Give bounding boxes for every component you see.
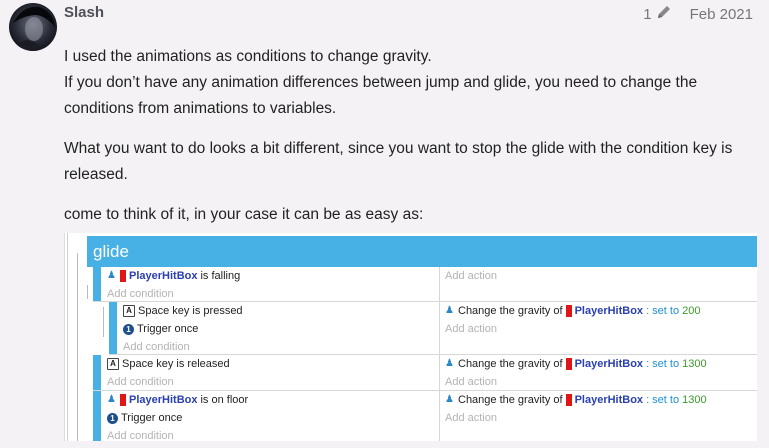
tree-line bbox=[77, 253, 78, 441]
action[interactable]: ♟ Change the gravity of PlayerHitBox: se… bbox=[445, 391, 707, 409]
actions-column: ♟ Change the gravity of PlayerHitBox: se… bbox=[445, 391, 707, 441]
condition-text: Trigger once bbox=[121, 412, 183, 424]
username[interactable]: Slash bbox=[64, 4, 104, 21]
conditions-column: A Space key is pressed 1 Trigger once Ad… bbox=[123, 302, 440, 354]
object-name: PlayerHitBox bbox=[574, 305, 644, 317]
event-row: A Space key is released Add condition ♟ … bbox=[93, 355, 757, 391]
avatar[interactable] bbox=[9, 3, 57, 51]
actions-column: Add action bbox=[445, 267, 497, 301]
post-meta: 1 Feb 2021 bbox=[643, 4, 753, 24]
person-icon: ♟ bbox=[445, 394, 454, 405]
object-name: PlayerHitBox bbox=[574, 358, 644, 370]
actions-column: ♟ Change the gravity of PlayerHitBox: se… bbox=[445, 355, 707, 390]
add-condition[interactable]: Add condition bbox=[123, 338, 439, 356]
object-icon bbox=[565, 305, 572, 317]
event-sheet-image: glide ♟ PlayerHitBox is falling Add cond… bbox=[64, 233, 757, 441]
object-name: PlayerHitBox bbox=[129, 270, 198, 282]
condition-text: Space key is pressed bbox=[138, 305, 243, 317]
condition-text: Space key is released bbox=[122, 358, 230, 370]
object-icon bbox=[120, 394, 126, 406]
set-to-label: : set to bbox=[646, 394, 680, 406]
condition[interactable]: ♟ PlayerHitBox is on floor bbox=[107, 391, 439, 409]
keyboard-icon: A bbox=[123, 305, 135, 317]
object-icon bbox=[565, 394, 572, 406]
condition[interactable]: A Space key is pressed bbox=[123, 302, 439, 320]
condition[interactable]: 1 Trigger once bbox=[107, 409, 439, 427]
action-text: Change the gravity of bbox=[458, 358, 563, 370]
object-icon bbox=[120, 270, 126, 282]
condition[interactable]: 1 Trigger once bbox=[123, 320, 439, 338]
condition[interactable]: A Space key is released bbox=[107, 355, 439, 373]
person-icon: ♟ bbox=[445, 358, 454, 369]
set-to-label: : set to bbox=[646, 358, 680, 370]
person-icon: ♟ bbox=[445, 305, 454, 316]
add-action[interactable]: Add action bbox=[445, 267, 497, 285]
actions-column: ♟ Change the gravity of PlayerHitBox: se… bbox=[445, 302, 700, 354]
action[interactable]: ♟ Change the gravity of PlayerHitBox: se… bbox=[445, 355, 707, 373]
tree-line bbox=[87, 285, 88, 299]
conditions-column: ♟ PlayerHitBox is on floor 1 Trigger onc… bbox=[107, 391, 440, 441]
condition-text: is falling bbox=[200, 270, 241, 282]
conditions-column: ♟ PlayerHitBox is falling Add condition bbox=[107, 267, 440, 301]
keyboard-icon: A bbox=[107, 358, 119, 370]
tree-line bbox=[103, 307, 104, 337]
person-icon: ♟ bbox=[107, 270, 116, 281]
edit-count[interactable]: 1 bbox=[643, 6, 651, 23]
event-row: A Space key is pressed 1 Trigger once Ad… bbox=[109, 302, 757, 355]
action-text: Change the gravity of bbox=[458, 394, 563, 406]
value: 200 bbox=[682, 305, 701, 317]
condition-text: Trigger once bbox=[137, 323, 199, 335]
conditions-column: A Space key is released Add condition bbox=[107, 355, 440, 390]
paragraph-line: If you don’t have any animation differen… bbox=[64, 74, 698, 117]
group-header: glide bbox=[87, 236, 757, 267]
gutter-line bbox=[67, 233, 68, 441]
event-bar bbox=[109, 302, 117, 354]
condition-text: is on floor bbox=[200, 394, 249, 406]
action[interactable]: ♟ Change the gravity of PlayerHitBox: se… bbox=[445, 302, 700, 320]
post-date[interactable]: Feb 2021 bbox=[690, 6, 753, 23]
add-condition[interactable]: Add condition bbox=[107, 285, 439, 303]
event-row: ♟ PlayerHitBox is on floor 1 Trigger onc… bbox=[93, 391, 757, 441]
action-text: Change the gravity of bbox=[458, 305, 563, 317]
person-icon: ♟ bbox=[107, 394, 116, 405]
add-condition[interactable]: Add condition bbox=[107, 427, 439, 441]
trigger-once-icon: 1 bbox=[107, 412, 118, 424]
event-bar bbox=[93, 391, 101, 441]
add-action[interactable]: Add action bbox=[445, 373, 707, 391]
paragraph: come to think of it, in your case it can… bbox=[64, 206, 424, 223]
post-body: I used the animations as conditions to c… bbox=[64, 44, 756, 242]
add-action[interactable]: Add action bbox=[445, 409, 707, 427]
paragraph-line: I used the animations as conditions to c… bbox=[64, 48, 432, 65]
event-bar bbox=[93, 267, 101, 301]
event-bar bbox=[93, 355, 101, 390]
event-row: ♟ PlayerHitBox is falling Add condition … bbox=[93, 267, 757, 302]
object-name: PlayerHitBox bbox=[574, 394, 644, 406]
add-condition[interactable]: Add condition bbox=[107, 373, 439, 391]
value: 1300 bbox=[682, 394, 707, 406]
paragraph: What you want to do looks a bit differen… bbox=[64, 140, 733, 183]
condition[interactable]: ♟ PlayerHitBox is falling bbox=[107, 267, 439, 285]
set-to-label: : set to bbox=[646, 305, 680, 317]
paragraph: I used the animations as conditions to c… bbox=[64, 44, 756, 122]
object-icon bbox=[565, 358, 572, 370]
add-action[interactable]: Add action bbox=[445, 320, 700, 338]
object-name: PlayerHitBox bbox=[129, 394, 198, 406]
value: 1300 bbox=[682, 358, 707, 370]
trigger-once-icon: 1 bbox=[123, 323, 134, 335]
pencil-icon[interactable] bbox=[656, 4, 672, 24]
